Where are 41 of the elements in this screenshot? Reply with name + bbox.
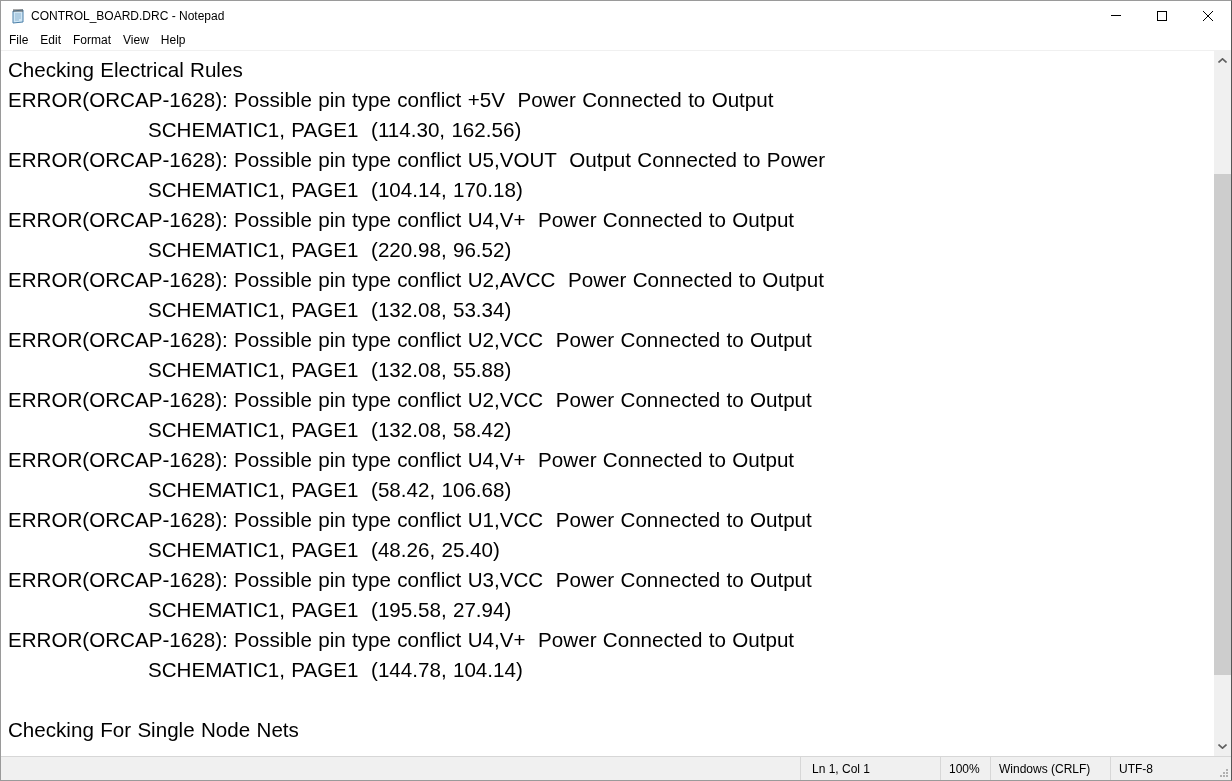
scroll-down-icon[interactable] xyxy=(1218,744,1227,749)
maximize-icon xyxy=(1157,10,1167,21)
error-message: ERROR(ORCAP-1628): Possible pin type conflict +5V Power Connected to Output xyxy=(8,87,774,113)
cursor-position: Ln 1, Col 1 xyxy=(812,761,871,776)
error-location: SCHEMATIC1, PAGE1 (58.42, 106.68) xyxy=(148,477,512,503)
error-message: ERROR(ORCAP-1628): Possible pin type conflict U4,V+ Power Connected to Output xyxy=(8,207,795,233)
error-location: SCHEMATIC1, PAGE1 (144.78, 104.14) xyxy=(148,657,523,683)
menu-item[interactable]: File xyxy=(3,31,35,49)
error-message: ERROR(ORCAP-1628): Possible pin type conflict U5,VOUT Output Connected to Power xyxy=(8,147,826,173)
error-message: ERROR(ORCAP-1628): Possible pin type conflict U2,VCC Power Connected to Output xyxy=(8,387,812,413)
error-message: ERROR(ORCAP-1628): Possible pin type conflict U2,AVCC Power Connected to Output xyxy=(8,267,824,293)
error-message: ERROR(ORCAP-1628): Possible pin type conflict U4,V+ Power Connected to Output xyxy=(8,627,795,653)
menu-item[interactable]: View xyxy=(117,31,155,49)
line-ending: Windows (CRLF) xyxy=(999,761,1091,776)
error-message: ERROR(ORCAP-1628): Possible pin type conflict U4,V+ Power Connected to Output xyxy=(8,447,795,473)
menu-item[interactable]: Format xyxy=(67,31,118,49)
window-title: CONTROL_BOARD.DRC - Notepad xyxy=(31,8,225,23)
section-heading: Checking For Single Node Nets xyxy=(8,717,299,743)
encoding: UTF-8 xyxy=(1119,761,1153,776)
scroll-up-icon[interactable] xyxy=(1218,58,1227,63)
error-location: SCHEMATIC1, PAGE1 (104.14, 170.18) xyxy=(148,177,523,203)
error-message: ERROR(ORCAP-1628): Possible pin type conflict U1,VCC Power Connected to Output xyxy=(8,507,812,533)
error-location: SCHEMATIC1, PAGE1 (132.08, 58.42) xyxy=(148,417,512,443)
error-location: SCHEMATIC1, PAGE1 (114.30, 162.56) xyxy=(148,117,522,143)
resize-grip-icon[interactable] xyxy=(1220,769,1228,777)
error-location: SCHEMATIC1, PAGE1 (195.58, 27.94) xyxy=(148,597,512,623)
menu-item[interactable]: Edit xyxy=(34,31,68,49)
error-message: ERROR(ORCAP-1628): Possible pin type conflict U2,VCC Power Connected to Output xyxy=(8,327,812,353)
zoom-level: 100% xyxy=(949,761,980,776)
error-location: SCHEMATIC1, PAGE1 (220.98, 96.52) xyxy=(148,237,512,263)
minimize-icon xyxy=(1111,15,1121,16)
notepad-icon xyxy=(10,7,26,24)
section-heading: Checking Electrical Rules xyxy=(8,57,243,83)
menu-item[interactable]: Help xyxy=(154,31,192,49)
error-location: SCHEMATIC1, PAGE1 (132.08, 55.88) xyxy=(148,357,512,383)
scrollbar-track[interactable] xyxy=(1214,51,1231,756)
close-icon xyxy=(1203,10,1213,21)
error-location: SCHEMATIC1, PAGE1 (132.08, 53.34) xyxy=(148,297,512,323)
scrollbar-thumb[interactable] xyxy=(1214,174,1231,675)
error-location: SCHEMATIC1, PAGE1 (48.26, 25.40) xyxy=(148,537,500,563)
error-message: ERROR(ORCAP-1628): Possible pin type conflict U3,VCC Power Connected to Output xyxy=(8,567,812,593)
